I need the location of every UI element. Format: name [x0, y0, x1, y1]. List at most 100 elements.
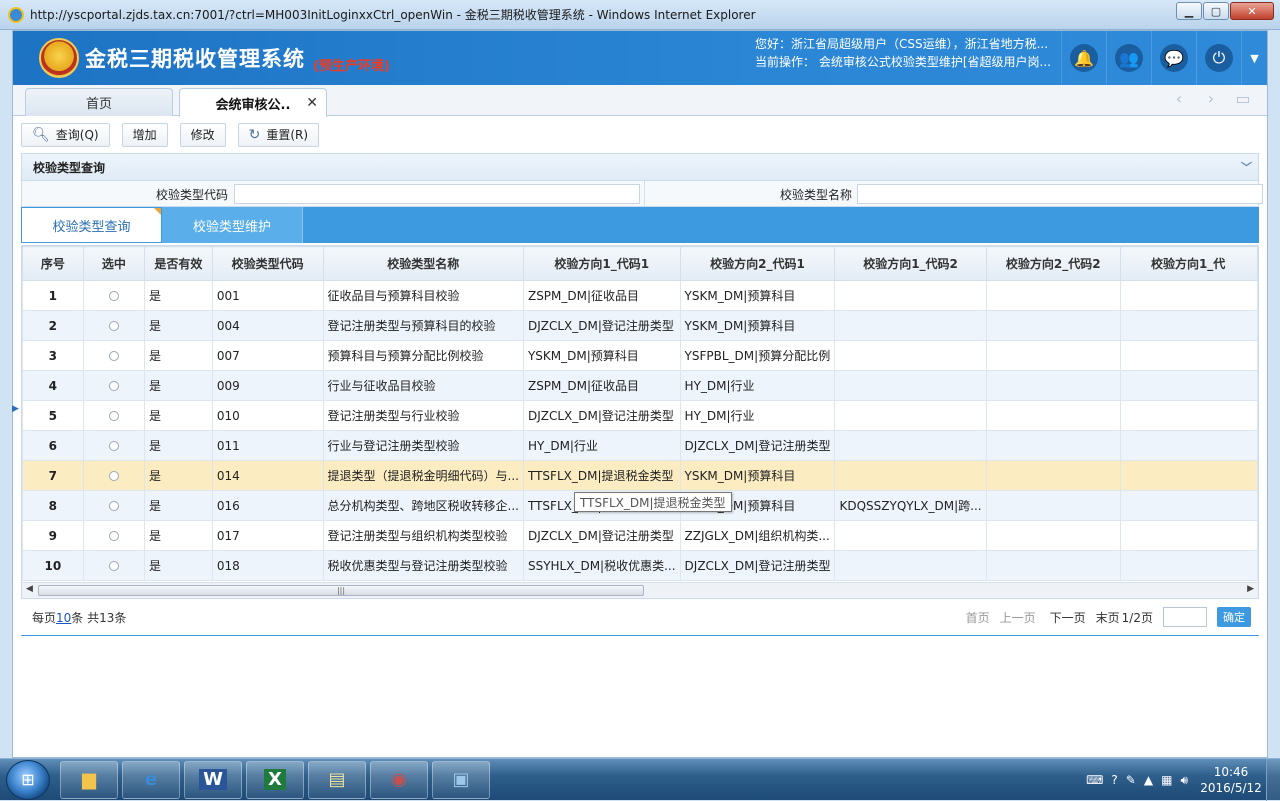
select-cell[interactable] — [82, 460, 145, 491]
scroll-thumb[interactable]: ||| — [38, 585, 644, 596]
table-row[interactable]: 9 是 017 登记注册类型与组织机构类型校验 DJZCLX_DM|登记注册类型 ZZJG… — [22, 520, 1258, 551]
excel-taskbar-button[interactable]: X — [246, 760, 304, 799]
row-radio[interactable] — [108, 501, 119, 511]
row-radio[interactable] — [108, 411, 119, 421]
word-taskbar-button[interactable]: W — [184, 760, 242, 799]
ie-taskbar-button[interactable]: e — [122, 760, 180, 799]
col-header[interactable]: 校验方向2_代码2 — [985, 246, 1121, 281]
subtab-query[interactable]: 校验类型查询 — [21, 207, 162, 243]
table-row[interactable]: 2 是 004 登记注册类型与预算科目的校验 DJZCLX_DM|登记注册类型 YSKM_… — [22, 310, 1258, 341]
select-cell[interactable] — [82, 430, 145, 461]
chevron-down-icon[interactable]: ﹀ — [1241, 159, 1252, 175]
select-cell[interactable] — [82, 310, 145, 341]
reset-button[interactable]: ↻ 重置(R) — [237, 122, 320, 147]
col-header[interactable]: 是否有效 — [143, 246, 213, 281]
select-cell[interactable] — [82, 550, 145, 581]
notification-button[interactable]: 🔔 — [1061, 31, 1106, 85]
tab-home[interactable]: 首页 — [25, 88, 173, 116]
show-desktop-button[interactable] — [1266, 759, 1280, 801]
select-cell[interactable] — [82, 490, 145, 521]
row-radio[interactable] — [108, 351, 119, 361]
row-radio[interactable] — [108, 321, 119, 331]
chevron-right-icon[interactable]: › — [1195, 89, 1227, 108]
corner-marker — [154, 208, 161, 215]
code-input[interactable] — [234, 184, 640, 204]
horizontal-scrollbar[interactable]: ◀ ||| ▶ — [22, 582, 1258, 598]
select-cell[interactable] — [82, 370, 145, 401]
chat-button[interactable]: 💬 — [1151, 31, 1196, 85]
table-row[interactable]: 3 是 007 预算科目与预算分配比例校验 YSKM_DM|预算科目 YSFPBL_DM|… — [22, 340, 1258, 371]
help-icon[interactable]: ? — [1111, 773, 1117, 787]
per-page-link[interactable]: 10 — [56, 611, 71, 625]
volume-icon[interactable]: 🔊︎ — [1180, 773, 1188, 788]
scroll-left-icon[interactable]: ◀ — [26, 584, 33, 594]
remote-desktop-taskbar-button[interactable]: ▣ — [432, 760, 490, 799]
network-icon[interactable]: ▦ — [1161, 773, 1172, 787]
table-row[interactable]: 10 是 018 税收优惠类型与登记注册类型校验 SSYHLX_DM|税收优惠类... D… — [22, 550, 1258, 581]
users-button[interactable]: 👥 — [1106, 31, 1151, 85]
scroll-right-icon[interactable]: ▶ — [1247, 584, 1254, 594]
table-row[interactable]: 1 是 001 征收品目与预算科目校验 ZSPM_DM|征收品目 YSKM_DM|预算科目 — [22, 280, 1258, 311]
name-input[interactable] — [857, 184, 1263, 204]
tax-emblem-logo — [39, 38, 79, 78]
sidebar-expand-icon[interactable]: ▶ — [12, 404, 19, 418]
col-header[interactable]: 校验方向1_代码1 — [522, 246, 681, 281]
row-radio[interactable] — [108, 381, 119, 391]
section-header[interactable]: 校验类型查询 ﹀ — [21, 153, 1259, 181]
tray-expand-icon[interactable]: ▲ — [1144, 773, 1153, 787]
minimize-button[interactable]: ▁ — [1176, 2, 1202, 20]
table-cell: YSKM_DM|预算科目 — [679, 310, 836, 341]
keyboard-icon[interactable]: ⌨ — [1086, 773, 1103, 787]
maximize-button[interactable]: ▢ — [1203, 2, 1229, 20]
table-cell: DJZCLX_DM|登记注册类型 — [522, 400, 681, 431]
row-radio[interactable] — [108, 531, 119, 541]
last-page-link[interactable]: 末页 — [1096, 609, 1120, 626]
close-tab-icon[interactable]: ✕ — [306, 95, 318, 111]
add-button[interactable]: 增加 — [121, 122, 168, 147]
col-header[interactable]: 校验类型名称 — [322, 246, 524, 281]
close-window-button[interactable]: ✕ — [1230, 2, 1274, 20]
select-cell[interactable] — [82, 400, 145, 431]
row-radio[interactable] — [108, 471, 119, 481]
table-cell — [834, 520, 987, 551]
row-radio[interactable] — [108, 291, 119, 301]
power-button[interactable]: ⏻ — [1196, 31, 1241, 85]
start-button[interactable]: ⊞ — [6, 759, 50, 800]
window-icon[interactable]: ▭ — [1227, 89, 1259, 108]
col-header[interactable]: 序号 — [22, 246, 84, 281]
col-header[interactable]: 选中 — [82, 246, 145, 281]
per-page-prefix: 每页 — [32, 610, 57, 625]
chevron-left-icon[interactable]: ‹ — [1163, 89, 1195, 108]
page-number-input[interactable] — [1163, 607, 1207, 627]
table-cell — [985, 520, 1121, 551]
pen-icon[interactable]: ✎ — [1126, 773, 1136, 787]
edit-button[interactable]: 修改 — [179, 122, 226, 147]
filter-row: 校验类型代码 校验类型名称 — [21, 181, 1263, 207]
next-page-link[interactable]: 下一页 — [1050, 609, 1086, 626]
row-radio[interactable] — [108, 561, 119, 571]
query-button[interactable]: 🔍︎ 查询(Q) — [21, 122, 110, 147]
table-cell: 009 — [211, 370, 324, 401]
select-cell[interactable] — [82, 280, 145, 311]
table-row[interactable]: 4 是 009 行业与征收品目校验 ZSPM_DM|征收品目 HY_DM|行业 — [22, 370, 1258, 401]
first-page-link[interactable]: 首页 — [966, 609, 990, 626]
col-header[interactable]: 校验方向2_代码1 — [679, 246, 836, 281]
table-row[interactable]: 6 是 011 行业与登记注册类型校验 HY_DM|行业 DJZCLX_DM|登记注册类型 — [22, 430, 1258, 461]
select-cell[interactable] — [82, 340, 145, 371]
prev-page-link[interactable]: 上一页 — [1000, 609, 1036, 626]
clock[interactable]: 10:46 2016/5/12 — [1196, 764, 1266, 796]
tab-active[interactable]: 会统审核公.. ✕ — [179, 88, 327, 117]
database-taskbar-button[interactable]: ◉ — [370, 760, 428, 799]
table-row[interactable]: 5 是 010 登记注册类型与行业校验 DJZCLX_DM|登记注册类型 HY_DM|行业 — [22, 400, 1258, 431]
confirm-button[interactable]: 确定 — [1217, 607, 1251, 627]
row-radio[interactable] — [108, 441, 119, 451]
explorer-taskbar-button[interactable]: ▆ — [60, 760, 118, 799]
table-row[interactable]: 7 是 014 提退类型（提退税金明细代码）与... TTSFLX_DM|提退税金类型 Y… — [22, 460, 1258, 491]
dropdown-caret-icon[interactable]: ▼ — [1241, 31, 1267, 85]
col-header[interactable]: 校验方向1_代码2 — [834, 246, 987, 281]
select-cell[interactable] — [82, 520, 145, 551]
subtab-maintain[interactable]: 校验类型维护 — [162, 207, 303, 243]
files-taskbar-button[interactable]: ▤ — [308, 760, 366, 799]
col-header[interactable]: 校验类型代码 — [211, 246, 324, 281]
col-header[interactable]: 校验方向1_代 — [1119, 246, 1258, 281]
